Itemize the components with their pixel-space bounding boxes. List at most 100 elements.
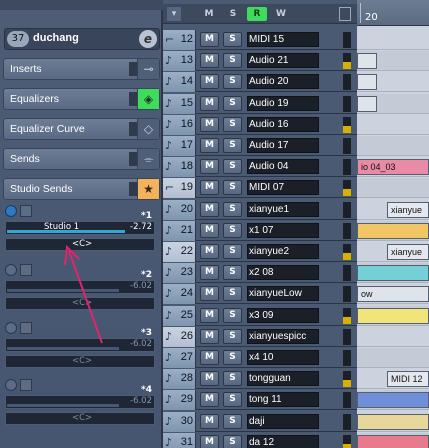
mute-button[interactable]: M bbox=[200, 434, 219, 448]
track-row[interactable]: ♪ 15 M S Audio 19 bbox=[163, 93, 357, 114]
track-name[interactable]: MIDI 15 bbox=[247, 32, 319, 47]
track-row[interactable]: ♪ 21 M Sx1 07 bbox=[163, 220, 357, 241]
event-clip[interactable]: ow bbox=[357, 286, 429, 303]
track-number-cell[interactable]: ♪ 27 bbox=[163, 348, 196, 368]
track-name[interactable]: xianyueLow bbox=[247, 286, 319, 302]
solo-button[interactable]: S bbox=[223, 95, 242, 111]
channel-name[interactable]: duchang bbox=[33, 32, 79, 44]
track-name[interactable]: MIDI 07 bbox=[247, 180, 319, 196]
event-clip[interactable] bbox=[357, 413, 429, 430]
track-row[interactable]: ♪ 23 M Sx2 08 bbox=[163, 263, 357, 284]
solo-button[interactable]: S bbox=[223, 201, 242, 217]
track-number-cell[interactable]: ♪ 25 bbox=[163, 305, 196, 326]
mute-button[interactable]: M bbox=[200, 222, 219, 238]
track-name[interactable]: x3 09 bbox=[247, 307, 319, 323]
track-number-cell[interactable]: ♪ 24 bbox=[163, 284, 196, 305]
track-row[interactable]: ♪ 16 M S Audio 16 bbox=[163, 114, 357, 135]
track-number-cell[interactable]: ♪ 29 bbox=[163, 390, 196, 411]
track-name[interactable]: Audio 17 bbox=[247, 138, 319, 153]
mute-button[interactable]: M bbox=[200, 116, 219, 132]
event-clip[interactable]: io 04_03 bbox=[357, 159, 429, 176]
mute-button[interactable]: M bbox=[200, 392, 219, 408]
track-name[interactable]: x1 07 bbox=[247, 222, 319, 238]
solo-button[interactable]: S bbox=[223, 350, 242, 365]
timeline-ruler[interactable]: 20 bbox=[357, 0, 429, 26]
event-clip[interactable] bbox=[357, 222, 429, 239]
mute-button[interactable]: M bbox=[200, 74, 219, 90]
section-studio-sends[interactable]: Studio Sends ★ bbox=[3, 178, 160, 200]
mute-button[interactable]: M bbox=[200, 180, 219, 196]
track-name[interactable]: xianyue1 bbox=[247, 201, 319, 217]
solo-button[interactable]: S bbox=[223, 265, 242, 281]
event-clip[interactable] bbox=[357, 392, 429, 409]
mute-button[interactable]: M bbox=[200, 371, 219, 387]
mute-button[interactable]: M bbox=[200, 159, 219, 175]
event-clip[interactable] bbox=[357, 53, 377, 70]
arrange-window[interactable]: 20 io 04_03 xianyue xianyue ow MIDI 12 bbox=[357, 0, 429, 448]
track-row[interactable]: ♪ 20 M Sxianyue1 bbox=[163, 199, 357, 220]
track-number-cell[interactable]: ♪ 18 bbox=[163, 157, 196, 178]
mute-button[interactable]: M bbox=[200, 201, 219, 217]
solo-button[interactable]: S bbox=[223, 116, 242, 132]
track-number-cell[interactable]: ⌐ 19 bbox=[163, 178, 196, 199]
track-row[interactable]: ♪ 18 M S Audio 04 bbox=[163, 157, 357, 178]
track-row[interactable]: ♪ 28 M Stongguan bbox=[163, 369, 357, 390]
mute-button[interactable]: M bbox=[200, 413, 219, 429]
event-clip[interactable]: xianyue bbox=[387, 201, 429, 218]
track-row[interactable]: ♪ 22 M Sxianyue2 bbox=[163, 242, 357, 262]
mute-button[interactable]: M bbox=[200, 307, 219, 323]
track-row[interactable]: ♪ 14 M S Audio 20 bbox=[163, 72, 357, 93]
track-row[interactable]: ♪ 17 M S Audio 17 bbox=[163, 136, 357, 156]
track-name[interactable]: da 12 bbox=[247, 434, 319, 448]
track-name[interactable]: tongguan bbox=[247, 371, 319, 387]
track-number-cell[interactable]: ♪ 30 bbox=[163, 411, 196, 432]
solo-button[interactable]: S bbox=[223, 392, 242, 408]
track-row[interactable]: ♪ 30 M Sdaji bbox=[163, 411, 357, 432]
insert-icon[interactable]: ⊸ bbox=[137, 59, 159, 79]
track-name[interactable]: xianyuespicc bbox=[247, 328, 319, 344]
solo-button[interactable]: S bbox=[223, 371, 242, 387]
arrange-lane[interactable] bbox=[357, 348, 429, 368]
solo-button[interactable]: S bbox=[223, 74, 242, 90]
track-name[interactable]: Audio 21 bbox=[247, 53, 319, 69]
track-name[interactable]: Audio 20 bbox=[247, 74, 319, 90]
arrange-lane[interactable] bbox=[357, 30, 429, 50]
track-number-cell[interactable]: ♪ 26 bbox=[163, 326, 196, 347]
track-number-cell[interactable]: ♪ 21 bbox=[163, 220, 196, 241]
arrange-lane[interactable] bbox=[357, 178, 429, 199]
solo-button[interactable]: S bbox=[223, 307, 242, 323]
solo-all-button[interactable]: S bbox=[223, 7, 243, 21]
dropdown-icon[interactable]: ▾ bbox=[167, 7, 181, 21]
track-row[interactable]: ♪ 24 M SxianyueLow bbox=[163, 284, 357, 305]
track-row[interactable]: ⌐ 19 M S MIDI 07 bbox=[163, 178, 357, 199]
track-row[interactable]: ♪ 13 M S Audio 21 bbox=[163, 51, 357, 72]
track-row[interactable]: ♪ 29 M Stong 11 bbox=[163, 390, 357, 411]
mute-button[interactable]: M bbox=[200, 32, 219, 47]
event-clip[interactable] bbox=[357, 95, 377, 112]
solo-button[interactable]: S bbox=[223, 413, 242, 429]
arrange-lane[interactable] bbox=[357, 136, 429, 156]
mute-button[interactable]: M bbox=[200, 138, 219, 153]
solo-button[interactable]: S bbox=[223, 32, 242, 47]
sends-icon[interactable]: ⌯ bbox=[137, 149, 159, 169]
mute-button[interactable]: M bbox=[200, 328, 219, 344]
arrange-lane[interactable] bbox=[357, 115, 429, 135]
solo-button[interactable]: S bbox=[223, 159, 242, 175]
section-sends[interactable]: Sends ⌯ bbox=[3, 148, 160, 170]
track-name[interactable]: Audio 04 bbox=[247, 159, 319, 175]
track-name[interactable]: x2 08 bbox=[247, 265, 319, 281]
solo-button[interactable]: S bbox=[223, 434, 242, 448]
track-number-cell[interactable]: ♪ 16 bbox=[163, 114, 196, 135]
eq-curve-icon[interactable]: ◇ bbox=[137, 119, 159, 139]
track-name[interactable]: x4 10 bbox=[247, 350, 319, 365]
write-all-button[interactable]: W bbox=[271, 7, 291, 21]
mute-button[interactable]: M bbox=[200, 53, 219, 69]
track-name[interactable]: daji bbox=[247, 413, 319, 429]
edit-channel-icon[interactable]: e bbox=[139, 30, 157, 48]
section-equalizers[interactable]: Equalizers ◈ bbox=[3, 88, 160, 110]
track-name[interactable]: Audio 16 bbox=[247, 116, 319, 132]
track-name[interactable]: tong 11 bbox=[247, 392, 319, 408]
event-clip[interactable] bbox=[357, 434, 429, 448]
track-number-cell[interactable]: ♪ 23 bbox=[163, 263, 196, 284]
solo-button[interactable]: S bbox=[223, 244, 242, 259]
